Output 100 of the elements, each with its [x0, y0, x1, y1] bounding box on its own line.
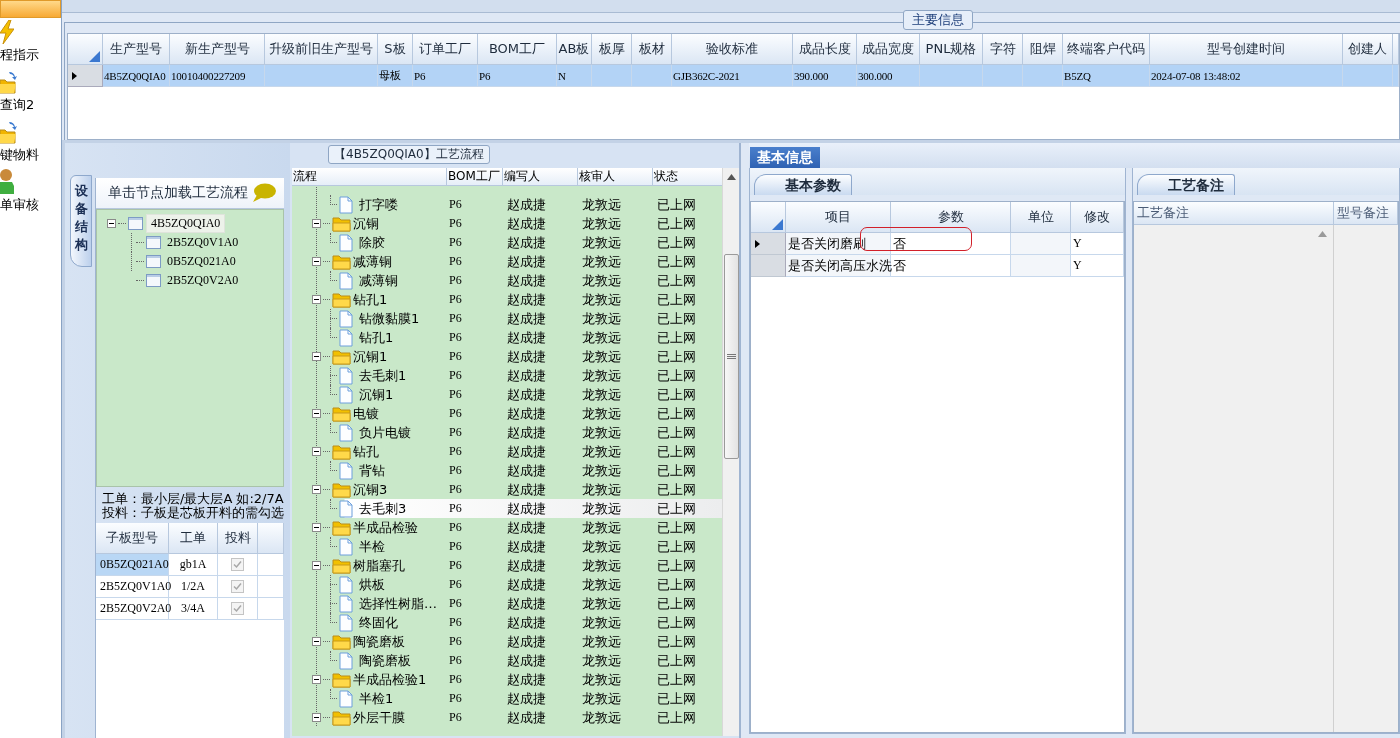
column-header[interactable]: BOM工厂 [447, 168, 503, 186]
tree-node[interactable]: 减薄铜 [359, 271, 398, 290]
collapse-icon[interactable] [312, 447, 321, 456]
collapse-icon[interactable] [312, 637, 321, 646]
column-header[interactable]: PNL规格 [920, 34, 983, 65]
collapse-icon[interactable] [312, 295, 321, 304]
column-header[interactable]: 生产型号 [103, 34, 170, 65]
column-header[interactable]: 投料 [218, 523, 258, 554]
tree-node[interactable]: 终固化 [359, 613, 398, 632]
column-header[interactable]: 阻焊 [1023, 34, 1063, 65]
column-header[interactable]: 编写人 [503, 168, 578, 186]
tab[interactable]: 工艺备注 [1137, 174, 1235, 195]
column-header[interactable]: 字符 [983, 34, 1023, 65]
column-header[interactable]: 修改 [1071, 202, 1124, 233]
tree-node[interactable]: 2B5ZQ0V2A0 [163, 272, 243, 289]
tree-node[interactable]: 去毛刺1 [359, 366, 407, 385]
column-header[interactable]: 新生产型号 [170, 34, 265, 65]
tree-node[interactable]: 半成品检验 [353, 518, 418, 537]
tree-node[interactable]: 4B5ZQ0QIA0 [146, 214, 226, 233]
tree-node[interactable]: 半成品检验1 [353, 670, 427, 689]
tree-node[interactable]: 烘板 [359, 575, 385, 594]
row-header[interactable] [68, 65, 103, 87]
column-header[interactable]: 型号备注 [1334, 202, 1398, 225]
column-header[interactable]: 工单 [169, 523, 218, 554]
corner-icon [772, 219, 783, 230]
tab[interactable]: 基本参数 [754, 174, 852, 195]
tree-node[interactable]: 除胶 [359, 233, 385, 252]
table-cell-text: P6 [448, 330, 463, 345]
column-header[interactable]: 成品宽度 [857, 34, 920, 65]
table-cell-text: P6 [448, 558, 463, 573]
tree-node[interactable]: 外层干膜 [353, 708, 405, 727]
column-header[interactable]: 型号创建时间 [1150, 34, 1343, 65]
sidebar-item-label[interactable]: 单审核 [0, 196, 39, 214]
tree-node[interactable]: 0B5ZQ021A0 [163, 253, 240, 270]
scroll-up-icon[interactable] [726, 174, 736, 180]
tree-node[interactable]: 沉铜1 [359, 385, 394, 404]
scroll-thumb[interactable] [723, 254, 739, 459]
tree-node[interactable]: 选择性树脂… [359, 594, 437, 613]
column-header[interactable]: 工艺备注 [1134, 202, 1334, 225]
tree-node[interactable]: 半检 [359, 537, 385, 556]
tree-node[interactable]: 2B5ZQ0V1A0 [163, 234, 243, 251]
tree-node[interactable]: 负片电镀 [359, 423, 411, 442]
sidebar-item-label[interactable]: 查询2 [0, 96, 35, 114]
column-header[interactable]: 项目 [786, 202, 891, 233]
tab[interactable]: 基本信息 [750, 147, 820, 168]
column-header[interactable]: 终端客户代码 [1063, 34, 1150, 65]
checkbox[interactable] [231, 558, 244, 571]
column-header[interactable]: BOM工厂 [478, 34, 557, 65]
tree-node[interactable]: 钻孔 [353, 442, 379, 461]
collapse-icon[interactable] [312, 523, 321, 532]
tree-node[interactable]: 沉铜1 [353, 347, 388, 366]
column-header[interactable]: 成品长度 [793, 34, 857, 65]
column-header[interactable]: 板厚 [592, 34, 632, 65]
tree-node[interactable]: 陶瓷磨板 [359, 651, 411, 670]
column-header[interactable]: 核审人 [578, 168, 653, 186]
column-header[interactable]: 参数 [891, 202, 1011, 233]
tree-node[interactable]: 钻孔1 [359, 328, 394, 347]
collapse-icon[interactable] [312, 675, 321, 684]
collapse-icon[interactable] [312, 257, 321, 266]
table-cell-text: 赵成捷 [506, 670, 547, 689]
column-header[interactable]: 升级前旧生产型号 [265, 34, 378, 65]
tree-node[interactable]: 陶瓷磨板 [353, 632, 405, 651]
document-icon [339, 366, 353, 385]
sidebar-item-label[interactable]: 程指示 [0, 46, 39, 64]
collapse-icon[interactable] [312, 485, 321, 494]
table-cell: Y [1071, 255, 1124, 277]
collapse-icon[interactable] [312, 352, 321, 361]
tree-node[interactable]: 背钻 [359, 461, 385, 480]
row-header[interactable] [751, 233, 786, 255]
column-header[interactable]: 板材 [632, 34, 672, 65]
collapse-icon[interactable] [107, 219, 116, 228]
column-header[interactable]: 订单工厂 [413, 34, 478, 65]
collapse-icon[interactable] [312, 219, 321, 228]
tree-node[interactable]: 减薄铜 [353, 252, 392, 271]
tree-node[interactable]: 树脂塞孔 [353, 556, 405, 575]
collapse-icon[interactable] [312, 409, 321, 418]
column-header[interactable]: 子板型号 [96, 523, 169, 554]
tree-node[interactable]: 钻微黏膜1 [359, 309, 420, 328]
tree-node[interactable]: 沉铜3 [353, 480, 388, 499]
column-header[interactable]: 流程 [292, 168, 447, 186]
column-header[interactable]: 验收标准 [672, 34, 793, 65]
checkbox[interactable] [231, 602, 244, 615]
table-cell-text: 赵成捷 [506, 537, 547, 556]
column-header[interactable]: 创建人 [1343, 34, 1393, 65]
sidebar-item-label[interactable]: 键物料 [0, 146, 39, 164]
folder-icon [332, 443, 351, 460]
column-header[interactable]: 单位 [1011, 202, 1071, 233]
vertical-tab[interactable]: 设备结构 [70, 175, 92, 267]
tree-node[interactable]: 沉铜 [353, 214, 379, 233]
collapse-icon[interactable] [312, 713, 321, 722]
tree-node[interactable]: 打字喽 [359, 195, 398, 214]
column-header[interactable]: AB板 [557, 34, 592, 65]
tree-node[interactable]: 去毛刺3 [359, 499, 407, 518]
tree-node[interactable]: 半检1 [359, 689, 394, 708]
tree-node[interactable]: 钻孔1 [353, 290, 388, 309]
scrollbar[interactable] [722, 168, 739, 736]
tree-node[interactable]: 电镀 [353, 404, 379, 423]
checkbox[interactable] [231, 580, 244, 593]
collapse-icon[interactable] [312, 561, 321, 570]
column-header[interactable]: S板 [378, 34, 413, 65]
